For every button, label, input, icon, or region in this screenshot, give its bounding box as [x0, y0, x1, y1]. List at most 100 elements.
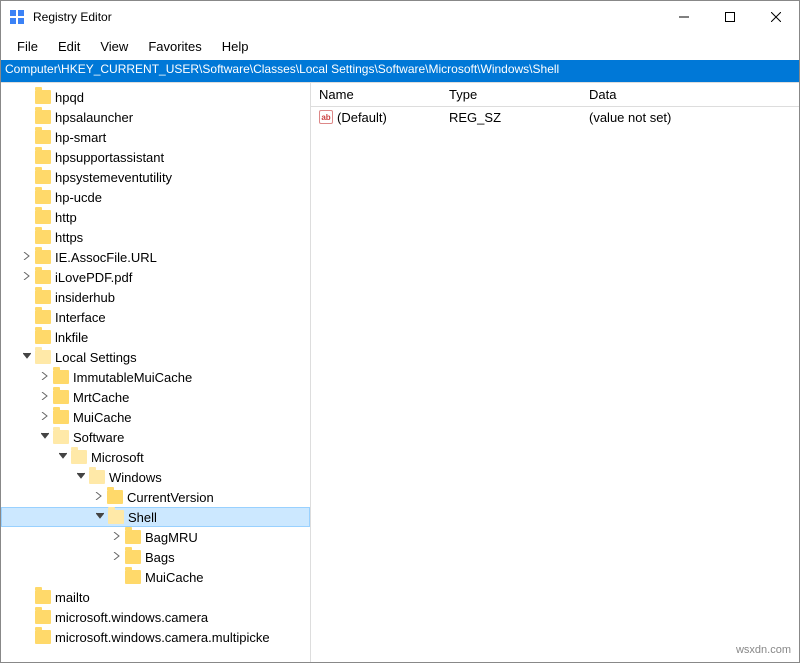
- folder-icon: [35, 290, 51, 304]
- folder-icon: [35, 130, 51, 144]
- tree-item[interactable]: Microsoft: [1, 447, 310, 467]
- folder-icon: [53, 410, 69, 424]
- tree-item-label: microsoft.windows.camera: [55, 610, 208, 625]
- folder-icon: [108, 510, 124, 524]
- folder-icon: [35, 350, 51, 364]
- expand-icon[interactable]: [91, 492, 107, 503]
- tree-item[interactable]: hp-smart: [1, 127, 310, 147]
- tree-item-label: IE.AssocFile.URL: [55, 250, 157, 265]
- folder-icon: [35, 210, 51, 224]
- app-icon: [9, 9, 25, 25]
- folder-icon: [35, 170, 51, 184]
- tree-item[interactable]: iLovePDF.pdf: [1, 267, 310, 287]
- tree-item[interactable]: hpqd: [1, 87, 310, 107]
- folder-icon: [35, 630, 51, 644]
- tree-item[interactable]: https: [1, 227, 310, 247]
- tree-item-label: Shell: [128, 510, 157, 525]
- tree-item-label: BagMRU: [145, 530, 198, 545]
- tree-item[interactable]: Windows: [1, 467, 310, 487]
- folder-icon: [35, 230, 51, 244]
- collapse-icon[interactable]: [55, 452, 71, 463]
- tree-item-label: hp-ucde: [55, 190, 102, 205]
- folder-icon: [53, 430, 69, 444]
- folder-icon: [35, 330, 51, 344]
- tree-item[interactable]: Interface: [1, 307, 310, 327]
- tree-item[interactable]: microsoft.windows.camera.multipicke: [1, 627, 310, 647]
- expand-icon[interactable]: [37, 372, 53, 383]
- tree-item[interactable]: hpsystemeventutility: [1, 167, 310, 187]
- expand-icon[interactable]: [37, 392, 53, 403]
- tree-item[interactable]: MuiCache: [1, 407, 310, 427]
- folder-icon: [107, 490, 123, 504]
- tree-item-label: Windows: [109, 470, 162, 485]
- tree-item-label: microsoft.windows.camera.multipicke: [55, 630, 270, 645]
- tree-item[interactable]: insiderhub: [1, 287, 310, 307]
- list-pane[interactable]: Name Type Data ab (Default) REG_SZ (valu…: [311, 83, 799, 662]
- tree-item-label: iLovePDF.pdf: [55, 270, 132, 285]
- expand-icon[interactable]: [19, 252, 35, 263]
- collapse-icon[interactable]: [92, 512, 108, 523]
- string-value-icon: ab: [319, 110, 333, 124]
- menu-view[interactable]: View: [90, 35, 138, 58]
- close-button[interactable]: [753, 1, 799, 33]
- tree-item[interactable]: hpsupportassistant: [1, 147, 310, 167]
- tree-item-label: Interface: [55, 310, 106, 325]
- folder-icon: [125, 570, 141, 584]
- tree-item[interactable]: IE.AssocFile.URL: [1, 247, 310, 267]
- tree-item[interactable]: MuiCache: [1, 567, 310, 587]
- menu-edit[interactable]: Edit: [48, 35, 90, 58]
- maximize-icon: [725, 12, 735, 22]
- tree-item[interactable]: lnkfile: [1, 327, 310, 347]
- menu-help[interactable]: Help: [212, 35, 259, 58]
- tree-item-label: Bags: [145, 550, 175, 565]
- tree-item[interactable]: CurrentVersion: [1, 487, 310, 507]
- tree-item[interactable]: Bags: [1, 547, 310, 567]
- tree-item[interactable]: hp-ucde: [1, 187, 310, 207]
- expand-icon[interactable]: [109, 552, 125, 563]
- window-title: Registry Editor: [33, 10, 661, 24]
- tree-item-label: Software: [73, 430, 124, 445]
- maximize-button[interactable]: [707, 1, 753, 33]
- expand-icon[interactable]: [37, 412, 53, 423]
- content-area: hpqd hpsalauncher hp-smart hpsupportassista…: [1, 82, 799, 662]
- tree-item[interactable]: Shell: [1, 507, 310, 527]
- tree-item[interactable]: Software: [1, 427, 310, 447]
- tree-item-label: https: [55, 230, 83, 245]
- minimize-icon: [679, 12, 689, 22]
- expand-icon[interactable]: [109, 532, 125, 543]
- tree-item-label: hp-smart: [55, 130, 106, 145]
- collapse-icon[interactable]: [37, 432, 53, 443]
- column-name[interactable]: Name: [311, 87, 441, 102]
- address-bar[interactable]: Computer\HKEY_CURRENT_USER\Software\Clas…: [1, 60, 799, 82]
- tree-item[interactable]: http: [1, 207, 310, 227]
- tree-pane[interactable]: hpqd hpsalauncher hp-smart hpsupportassista…: [1, 83, 311, 662]
- watermark: wsxdn.com: [736, 644, 791, 656]
- list-row[interactable]: ab (Default) REG_SZ (value not set): [311, 107, 799, 127]
- collapse-icon[interactable]: [19, 352, 35, 363]
- tree-item[interactable]: MrtCache: [1, 387, 310, 407]
- tree-item[interactable]: BagMRU: [1, 527, 310, 547]
- folder-icon: [35, 250, 51, 264]
- tree-item[interactable]: mailto: [1, 587, 310, 607]
- tree-item[interactable]: ImmutableMuiCache: [1, 367, 310, 387]
- tree-item-label: MuiCache: [145, 570, 204, 585]
- tree-item[interactable]: microsoft.windows.camera: [1, 607, 310, 627]
- tree-item-label: Local Settings: [55, 350, 137, 365]
- menu-file[interactable]: File: [7, 35, 48, 58]
- tree-item-label: hpsalauncher: [55, 110, 133, 125]
- folder-icon: [89, 470, 105, 484]
- folder-icon: [35, 110, 51, 124]
- tree-item[interactable]: Local Settings: [1, 347, 310, 367]
- tree-item-label: hpsupportassistant: [55, 150, 164, 165]
- titlebar[interactable]: Registry Editor: [1, 1, 799, 33]
- menu-favorites[interactable]: Favorites: [138, 35, 211, 58]
- value-type: REG_SZ: [441, 110, 581, 125]
- minimize-button[interactable]: [661, 1, 707, 33]
- expand-icon[interactable]: [19, 272, 35, 283]
- column-type[interactable]: Type: [441, 87, 581, 102]
- folder-icon: [35, 310, 51, 324]
- collapse-icon[interactable]: [73, 472, 89, 483]
- column-data[interactable]: Data: [581, 87, 799, 102]
- folder-icon: [35, 190, 51, 204]
- tree-item[interactable]: hpsalauncher: [1, 107, 310, 127]
